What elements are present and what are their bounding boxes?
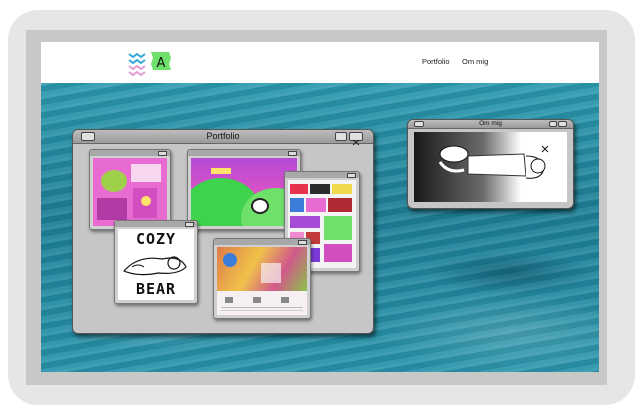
project-thumb-window-1[interactable] (89, 149, 171, 230)
about-portrait-image (414, 132, 567, 202)
cozy-bear-title-line-1: COZY (135, 230, 177, 248)
portfolio-window-titlebar[interactable]: Portfolio (73, 130, 373, 146)
minimize-button[interactable] (335, 132, 347, 141)
portfolio-window-title: Portfolio (206, 131, 240, 141)
project-thumb-image-5 (217, 247, 307, 315)
logo-letter: A (157, 56, 166, 71)
project-thumb-image-2 (191, 158, 297, 226)
portfolio-window[interactable]: Portfolio COZY BEAR (72, 129, 374, 334)
sleeping-bear-drawing (123, 256, 187, 276)
close-button[interactable] (558, 121, 567, 127)
cozy-bear-title-line-2: BEAR (135, 280, 177, 298)
nav-om-mig-link[interactable]: Om mig (462, 57, 488, 66)
close-icon (347, 173, 356, 178)
logo-graphic: A (128, 52, 171, 77)
close-button[interactable] (349, 132, 363, 146)
minimize-button[interactable] (549, 121, 557, 127)
project-thumb-image-1 (93, 158, 167, 226)
project-thumb-window-cozy-bear[interactable]: COZY BEAR (114, 220, 198, 304)
project-thumb-window-5[interactable] (213, 238, 311, 319)
nav-portfolio-link[interactable]: Portfolio (422, 57, 450, 66)
lying-figure-drawing (438, 145, 549, 179)
close-icon (158, 151, 167, 156)
website-screen: A Portfolio Om mig Portfolio COZY BEAR O… (41, 42, 599, 372)
close-icon (352, 139, 360, 146)
site-logo[interactable]: A (127, 50, 179, 77)
header-bar: A Portfolio Om mig (41, 42, 599, 83)
about-window[interactable]: Om mig (407, 119, 574, 209)
close-icon (185, 222, 194, 227)
close-icon (288, 151, 297, 156)
close-icon (298, 240, 307, 245)
cozy-bear-artwork: COZY BEAR (118, 229, 194, 300)
about-window-titlebar[interactable]: Om mig (408, 120, 573, 129)
